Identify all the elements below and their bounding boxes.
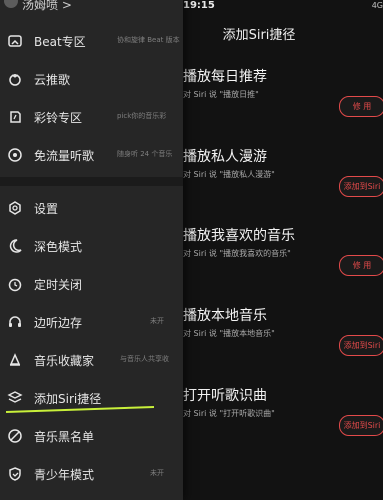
drawer-item-label: Beat专区 xyxy=(34,35,86,49)
shortcut-item: 播放每日推荐 对 Siri 说 "播放日推" 修 用 xyxy=(183,66,383,136)
ringtone-icon xyxy=(7,109,23,125)
shortcut-title: 打开听歌识曲 xyxy=(183,388,267,404)
drawer-item-teen-mode[interactable]: 青少年模式 未开 xyxy=(0,456,183,492)
drawer-item-label: 设置 xyxy=(34,202,59,216)
status-bar: 19:15 4G xyxy=(183,0,383,12)
shortcut-hint: 对 Siri 说 "打开听歌识曲" xyxy=(183,409,275,418)
shortcut-action-button[interactable]: 添加到Siri xyxy=(339,335,383,356)
shortcut-action-button[interactable]: 添加到Siri xyxy=(339,176,383,197)
free-data-icon xyxy=(7,147,23,163)
drawer-item-subtext: 未开 xyxy=(150,469,164,477)
shortcut-action-button[interactable]: 添加到Siri xyxy=(339,415,383,436)
drawer-header[interactable]: 汤姆喷 > xyxy=(0,0,183,14)
shortcut-title: 播放本地音乐 xyxy=(183,308,267,324)
shortcut-item: 播放私人漫游 对 Siri 说 "播放私人漫游" 添加到Siri xyxy=(183,146,383,216)
drawer-item-collector[interactable]: 音乐收藏家 与音乐人共享收 xyxy=(0,342,183,378)
shortcut-hint: 对 Siri 说 "播放我喜欢的音乐" xyxy=(183,249,291,258)
shortcut-title: 播放我喜欢的音乐 xyxy=(183,228,295,244)
layers-icon xyxy=(7,390,23,406)
page-title: 添加Siri捷径 xyxy=(222,28,296,43)
status-time: 19:15 xyxy=(183,0,215,11)
beat-icon xyxy=(7,33,23,49)
handwritten-underline xyxy=(6,406,155,413)
drawer-item-blocklist[interactable]: 音乐黑名单 xyxy=(0,418,183,454)
drawer-item-settings[interactable]: 设置 xyxy=(0,190,183,226)
shortcut-hint: 对 Siri 说 "播放私人漫游" xyxy=(183,170,275,179)
drawer-item-label: 音乐黑名单 xyxy=(34,430,95,444)
shortcut-hint: 对 Siri 说 "播放日推" xyxy=(183,90,259,99)
drawer-item-label: 边听边存 xyxy=(34,316,83,330)
user-name[interactable]: 汤姆喷 > xyxy=(22,0,72,13)
shortcut-item: 播放我喜欢的音乐 对 Siri 说 "播放我喜欢的音乐" 修 用 xyxy=(183,225,383,295)
shortcut-item: 播放本地音乐 对 Siri 说 "播放本地音乐" 添加到Siri xyxy=(183,305,383,375)
drawer-item-subtext: 未开 xyxy=(150,317,164,325)
drawer-item-label: 音乐收藏家 xyxy=(34,354,95,368)
side-drawer: 汤姆喷 > Beat专区 协和旋律 Beat 版本 云推歌 彩铃专区 pick你… xyxy=(0,0,183,500)
shortcut-hint: 对 Siri 说 "播放本地音乐" xyxy=(183,329,275,338)
drawer-item-dark-mode[interactable]: 深色模式 xyxy=(0,228,183,264)
status-signal: 4G xyxy=(371,1,383,10)
timer-icon xyxy=(7,276,23,292)
drawer-item-label: 定时关闭 xyxy=(34,278,83,292)
drawer-item-cloud-push[interactable]: 云推歌 xyxy=(0,61,183,97)
blocklist-icon xyxy=(7,428,23,444)
drawer-item-timer[interactable]: 定时关闭 xyxy=(0,266,183,302)
drawer-item-subtext: 随身听 24 个音乐 xyxy=(117,150,173,158)
drawer-item-label: 免流量听歌 xyxy=(34,149,95,163)
drawer-item-subtext: 协和旋律 Beat 版本 xyxy=(117,36,180,44)
teen-mode-icon xyxy=(7,466,23,482)
drawer-item-subtext: pick你的音乐彩 xyxy=(117,112,167,120)
shortcut-action-button[interactable]: 修 用 xyxy=(339,255,383,276)
drawer-item-label: 云推歌 xyxy=(34,73,71,87)
drawer-item-subtext: 与音乐人共享收 xyxy=(120,355,169,363)
cloud-push-icon xyxy=(7,71,23,87)
drawer-item-free-data[interactable]: 免流量听歌 随身听 24 个音乐 xyxy=(0,137,183,173)
avatar[interactable] xyxy=(4,0,18,8)
settings-icon xyxy=(7,200,23,216)
drawer-item-label: 深色模式 xyxy=(34,240,83,254)
drawer-item-beat[interactable]: Beat专区 协和旋律 Beat 版本 xyxy=(0,23,183,59)
shortcut-action-button[interactable]: 修 用 xyxy=(339,96,383,117)
dark-mode-icon xyxy=(7,238,23,254)
shortcut-item: 打开听歌识曲 对 Siri 说 "打开听歌识曲" 添加到Siri xyxy=(183,385,383,455)
section-divider xyxy=(0,177,183,186)
headphones-icon xyxy=(7,314,23,330)
drawer-item-ringtone[interactable]: 彩铃专区 pick你的音乐彩 xyxy=(0,99,183,135)
drawer-item-label: 青少年模式 xyxy=(34,468,95,482)
shortcut-title: 播放每日推荐 xyxy=(183,69,267,85)
collector-icon xyxy=(7,352,23,368)
drawer-item-label: 彩铃专区 xyxy=(34,111,83,125)
shortcut-title: 播放私人漫游 xyxy=(183,149,267,165)
drawer-item-listen-save[interactable]: 边听边存 未开 xyxy=(0,304,183,340)
